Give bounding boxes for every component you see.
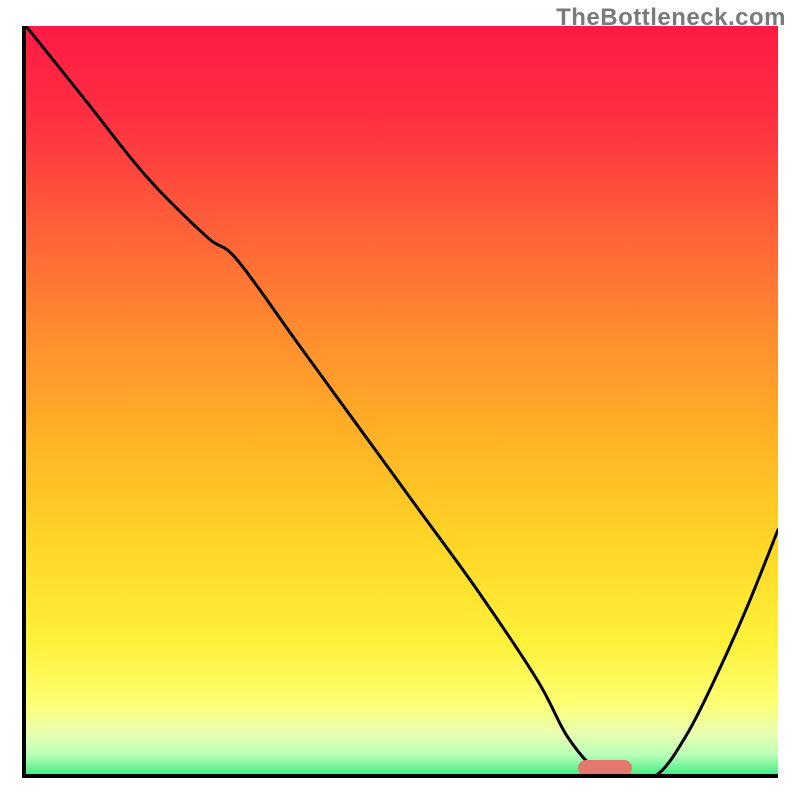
optimum-marker bbox=[578, 760, 632, 776]
chart-curve bbox=[26, 26, 778, 778]
watermark-label: TheBottleneck.com bbox=[556, 4, 786, 32]
chart-plot-area bbox=[22, 26, 778, 778]
